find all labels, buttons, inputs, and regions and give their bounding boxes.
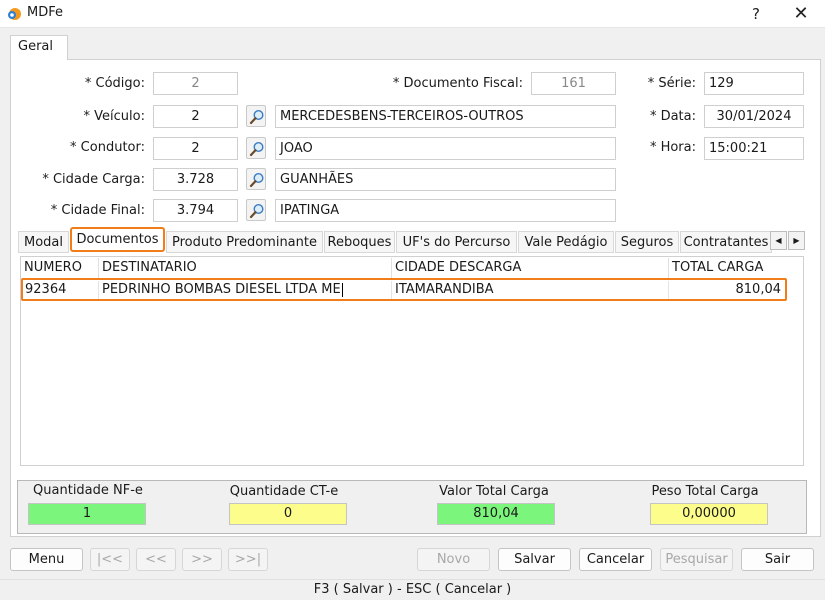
documento-fiscal-field[interactable]: 161 (531, 72, 616, 95)
sair-button[interactable]: Sair (741, 548, 814, 571)
status-bar: F3 ( Salvar ) - ESC ( Cancelar ) (0, 579, 825, 599)
search-icon (249, 203, 264, 219)
tab-vale-pedagio[interactable]: Vale Pedágio (518, 231, 614, 253)
cidade-carga-code-field[interactable]: 3.728 (153, 168, 238, 191)
cancelar-button[interactable]: Cancelar (579, 548, 652, 571)
cidade-carga-label: * Cidade Carga: (42, 172, 145, 187)
novo-button[interactable]: Novo (417, 548, 490, 571)
tab-scroll-right-icon[interactable]: ▶ (788, 231, 805, 250)
tab-scroll-left-icon[interactable]: ◀ (770, 231, 787, 250)
help-button[interactable]: ? (742, 3, 770, 25)
peso-total-value: 0,00000 (650, 503, 768, 525)
qtd-nfe-label: Quantidade NF-e (33, 483, 143, 498)
search-icon (249, 141, 264, 157)
veiculo-code-field[interactable]: 2 (153, 105, 238, 128)
cidade-final-name-field[interactable]: IPATINGA (275, 199, 616, 222)
cidade-carga-name-field[interactable]: GUANHÃES (275, 168, 616, 191)
first-record-button[interactable]: |<< (90, 548, 130, 571)
window-title: MDFe (27, 5, 63, 20)
veiculo-name-field[interactable]: MERCEDESBENS-TERCEIROS-OUTROS (275, 105, 616, 128)
condutor-label: * Condutor: (70, 140, 145, 155)
search-icon (249, 172, 264, 188)
pesquisar-button[interactable]: Pesquisar (660, 548, 733, 571)
valor-total-value: 810,04 (437, 503, 555, 525)
tab-produto-predominante[interactable]: Produto Predominante (166, 231, 323, 253)
next-record-button[interactable]: >> (182, 548, 222, 571)
cidade-carga-search-button[interactable] (246, 168, 266, 190)
title-bar: MDFe ? ✕ (0, 0, 825, 28)
close-icon[interactable]: ✕ (787, 3, 815, 25)
cell-destinatario-text: PEDRINHO BOMBAS DIESEL LTDA ME (102, 282, 341, 297)
column-header-total-carga[interactable]: TOTAL CARGA (669, 258, 787, 278)
column-header-numero[interactable]: NUMERO (21, 258, 99, 278)
codigo-label: * Código: (84, 76, 145, 91)
cidade-final-label: * Cidade Final: (50, 203, 145, 218)
cidade-final-code-field[interactable]: 3.794 (153, 199, 238, 222)
column-header-destinatario[interactable]: DESTINATARIO (99, 258, 392, 278)
cell-cidade-descarga[interactable]: ITAMARANDIBA (392, 281, 669, 299)
qtd-nfe-value: 1 (28, 503, 146, 525)
data-label: * Data: (649, 109, 696, 124)
text-caret (341, 282, 343, 297)
app-logo-icon (8, 8, 21, 20)
search-icon (249, 109, 264, 125)
documento-fiscal-label: * Documento Fiscal: (392, 76, 523, 91)
cidade-final-search-button[interactable] (246, 199, 266, 221)
valor-total-label: Valor Total Carga (439, 484, 549, 499)
tab-reboques[interactable]: Reboques (324, 231, 395, 253)
previous-record-button[interactable]: << (136, 548, 176, 571)
last-record-button[interactable]: >>| (228, 548, 268, 571)
data-field[interactable]: 30/01/2024 (704, 105, 804, 128)
cell-destinatario[interactable]: PEDRINHO BOMBAS DIESEL LTDA ME (99, 281, 392, 299)
salvar-button[interactable]: Salvar (498, 548, 571, 571)
tab-contratantes[interactable]: Contratantes (680, 231, 772, 253)
cell-total-carga[interactable]: 810,04 (669, 281, 784, 299)
cell-numero[interactable]: 92364 (22, 281, 99, 299)
serie-field[interactable]: 129 (704, 72, 804, 95)
tab-seguros[interactable]: Seguros (615, 231, 679, 253)
condutor-search-button[interactable] (246, 137, 266, 159)
tab-ufs-percurso[interactable]: UF's do Percurso (396, 231, 517, 253)
subtab-strip: Modal Documentos Produto Predominante Re… (18, 227, 810, 253)
qtd-cte-label: Quantidade CT-e (229, 484, 339, 499)
hora-label: * Hora: (649, 140, 696, 155)
column-header-cidade-descarga[interactable]: CIDADE DESCARGA (392, 258, 669, 278)
veiculo-label: * Veículo: (83, 109, 145, 124)
condutor-name-field[interactable]: JOAO (275, 137, 616, 160)
serie-label: * Série: (647, 76, 696, 91)
condutor-code-field[interactable]: 2 (153, 137, 238, 160)
documents-table: NUMERO DESTINATARIO CIDADE DESCARGA TOTA… (20, 256, 804, 466)
totals-panel: Quantidade NF-e 1 Quantidade CT-e 0 Valo… (17, 480, 807, 534)
tab-geral[interactable]: Geral (10, 35, 68, 60)
codigo-field[interactable]: 2 (153, 72, 238, 95)
tab-documentos[interactable]: Documentos (70, 227, 165, 252)
menu-button[interactable]: Menu (10, 548, 83, 571)
qtd-cte-value: 0 (229, 503, 347, 525)
peso-total-label: Peso Total Carga (651, 484, 759, 499)
hora-field[interactable]: 15:00:21 (704, 137, 804, 160)
veiculo-search-button[interactable] (246, 105, 266, 127)
tab-modal[interactable]: Modal (18, 231, 69, 253)
